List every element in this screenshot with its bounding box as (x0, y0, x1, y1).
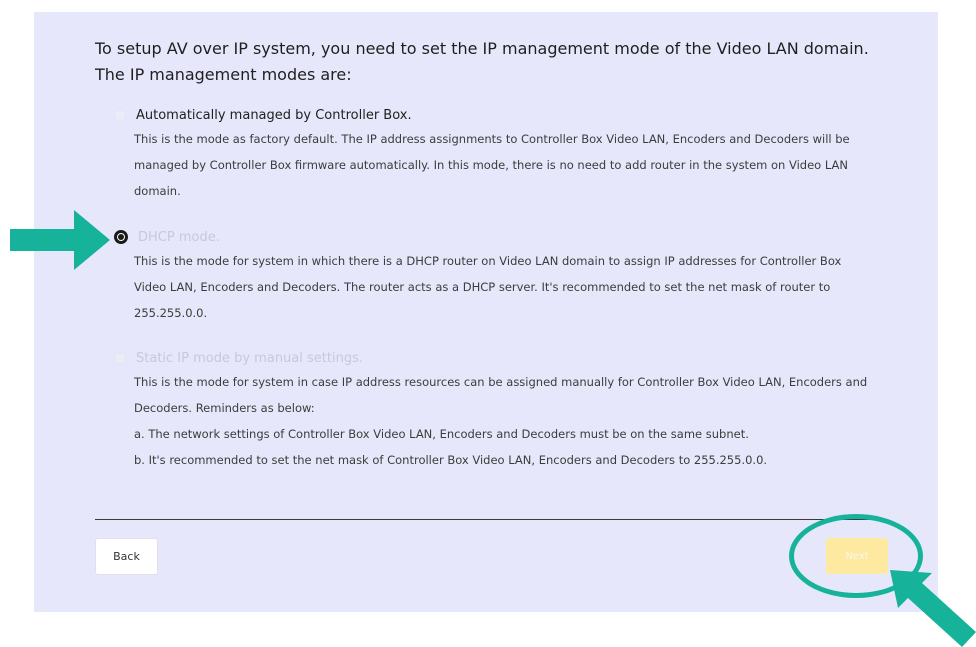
option-static-ip-row[interactable]: Static IP mode by manual settings. (114, 347, 874, 369)
page-heading: To setup AV over IP system, you need to … (95, 39, 869, 84)
radio-auto-managed[interactable] (114, 109, 126, 121)
option-dhcp-row[interactable]: DHCP mode. (114, 226, 874, 248)
footer-divider (95, 519, 881, 520)
option-static-ip-note-a: a. The network settings of Controller Bo… (134, 427, 749, 441)
option-auto-managed-label: Automatically managed by Controller Box. (136, 107, 412, 123)
option-static-ip-note-b: b. It's recommended to set the net mask … (134, 453, 768, 467)
option-dhcp-description: This is the mode for system in which the… (134, 254, 842, 320)
next-button[interactable]: Next (826, 538, 888, 574)
radio-dhcp-selected[interactable] (114, 230, 128, 244)
option-static-ip-label: Static IP mode by manual settings. (136, 350, 363, 366)
option-auto-managed-description: This is the mode as factory default. The… (134, 132, 850, 198)
back-button[interactable]: Back (95, 538, 158, 575)
option-dhcp: DHCP mode. This is the mode for system i… (114, 226, 874, 326)
radio-static-ip[interactable] (114, 352, 126, 364)
option-static-ip-description: This is the mode for system in case IP a… (134, 375, 868, 415)
option-auto-managed: Automatically managed by Controller Box.… (114, 104, 874, 204)
option-auto-managed-row[interactable]: Automatically managed by Controller Box. (114, 104, 874, 126)
option-static-ip: Static IP mode by manual settings. This … (114, 347, 874, 473)
option-dhcp-label: DHCP mode. (138, 229, 220, 245)
